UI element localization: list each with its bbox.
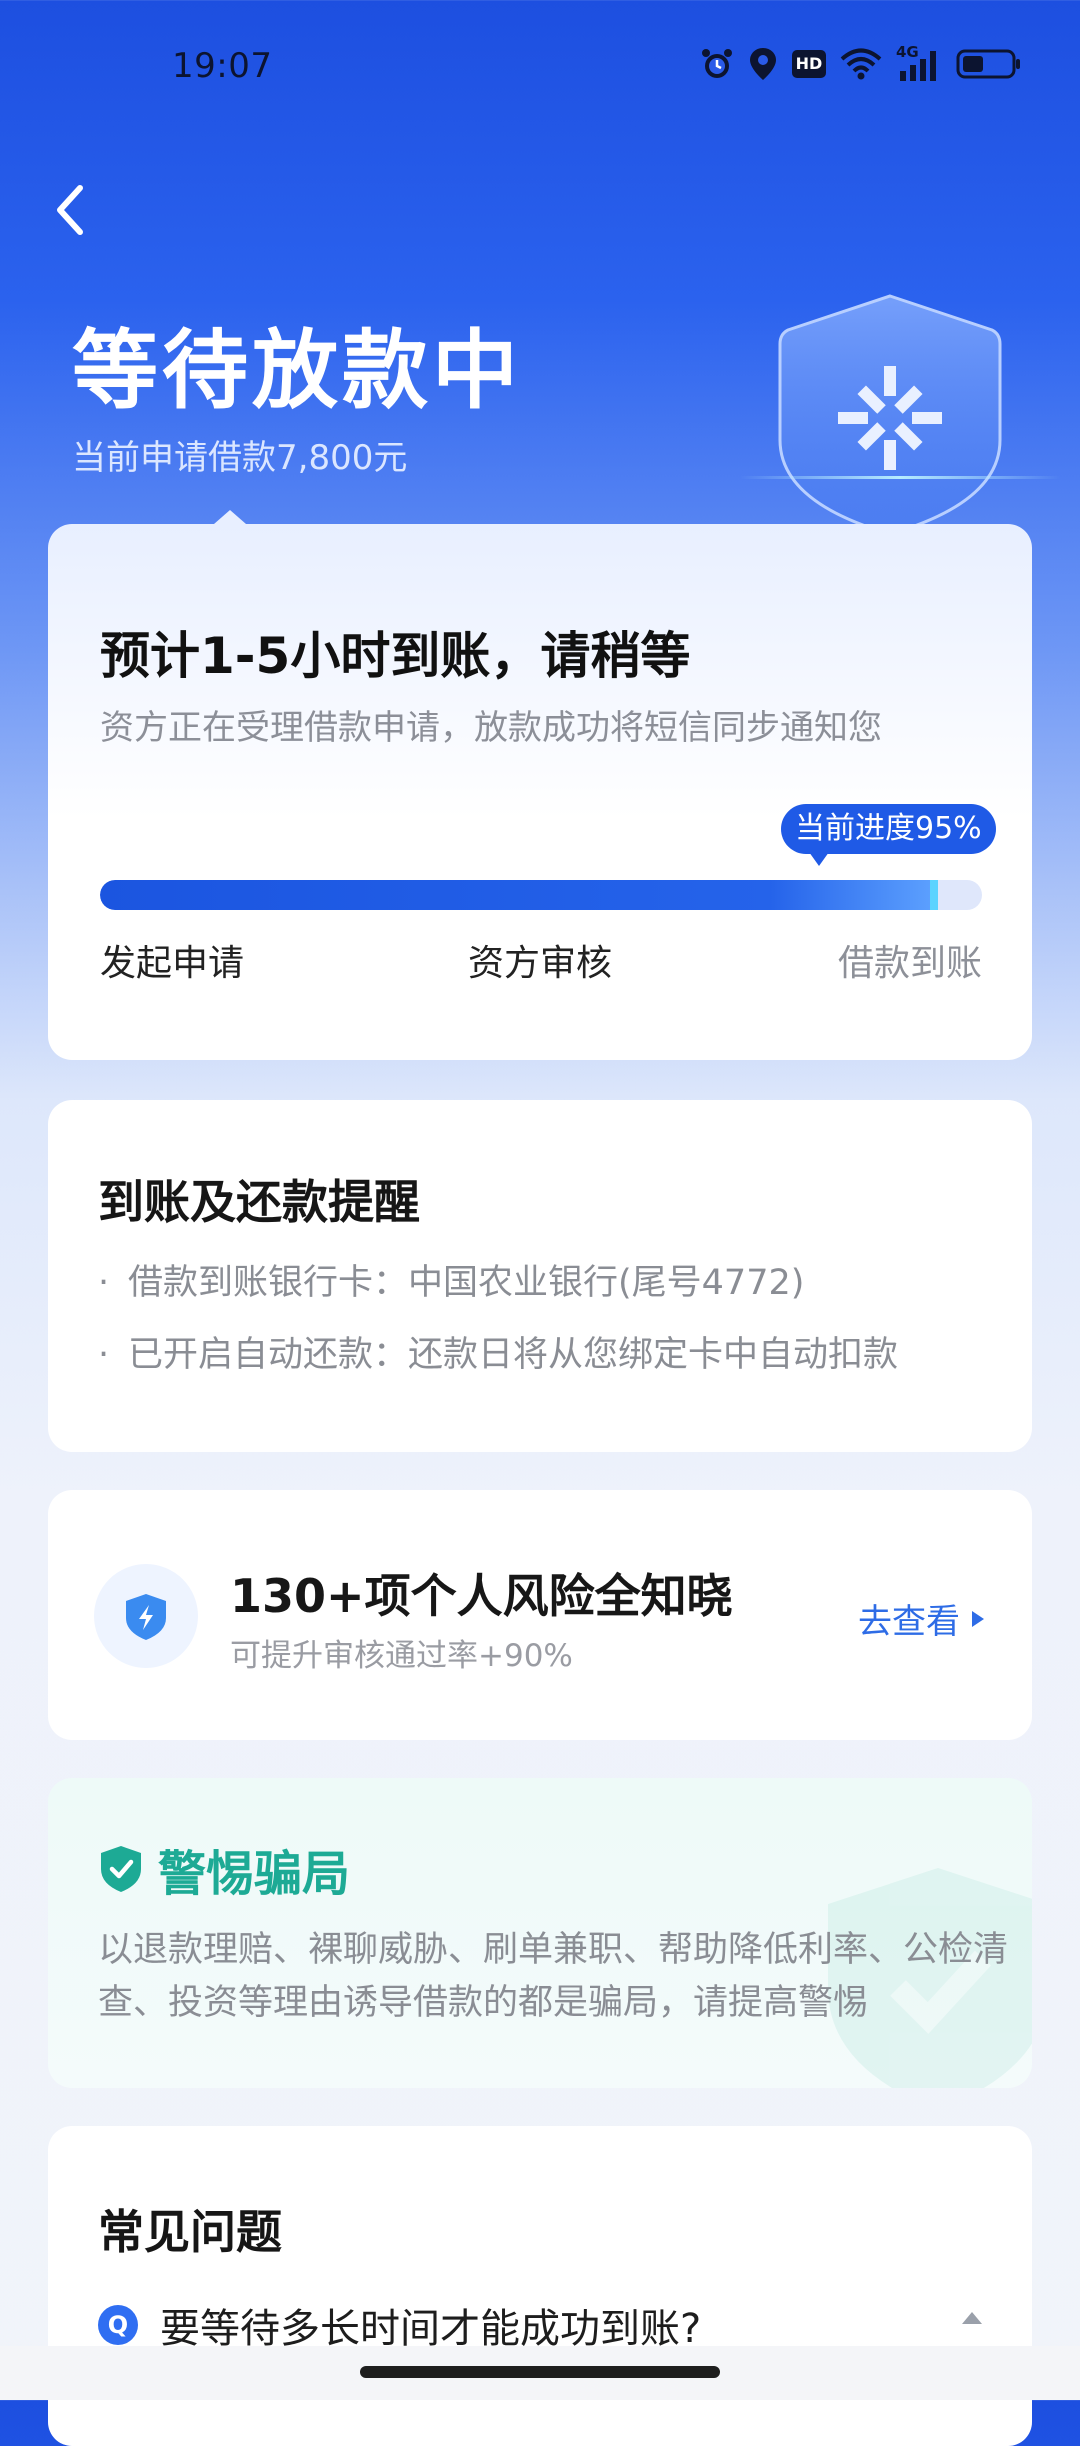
reminder-bank-line: · 借款到账银行卡：中国农业银行(尾号4772)	[98, 1254, 804, 1305]
play-arrow-icon	[972, 1610, 984, 1627]
bullet-dot: ·	[98, 1335, 110, 1375]
eta-title: 预计1-5小时到账，请稍等	[100, 627, 691, 685]
loan-amount-subtitle: 当前申请借款7,800元	[72, 438, 408, 478]
bank-shield-icon	[778, 294, 1002, 536]
collapse-arrow-icon[interactable]	[962, 2312, 982, 2324]
reminder-card: 到账及还款提醒 · 借款到账银行卡：中国农业银行(尾号4772) · 已开启自动还款…	[48, 1100, 1032, 1452]
step-apply: 发起申请	[100, 943, 245, 984]
bullet-dot: ·	[98, 1263, 110, 1303]
reminder-bank-text: 借款到账银行卡：中国农业银行(尾号4772)	[128, 1263, 805, 1303]
status-icons: HD 4G	[700, 43, 1022, 82]
shield-check-icon	[101, 1846, 141, 1892]
progress-badge: 当前进度95%	[781, 804, 996, 866]
step-arrival: 借款到账	[837, 943, 982, 984]
signal-4g-icon: 4G	[896, 43, 942, 81]
step-review: 资方审核	[468, 943, 613, 984]
reminder-title: 到账及还款提醒	[98, 1175, 420, 1229]
decorative-light-line	[740, 476, 1060, 479]
fraud-text: 以退款理赔、裸聊威胁、刷单兼职、帮助降低利率、公检清查、投资等理由诱导借款的都是…	[98, 1930, 1009, 2023]
progress-fill	[100, 880, 938, 910]
battery-icon	[956, 49, 1020, 79]
progress-card: 预计1-5小时到账，请稍等 资方正在受理借款申请，放款成功将短信同步通知您 当前…	[48, 510, 1032, 1060]
location-icon	[750, 48, 776, 80]
hd-icon: HD	[792, 50, 826, 78]
alarm-icon	[702, 49, 732, 78]
fraud-warning-card: 警惕骗局 以退款理赔、裸聊威胁、刷单兼职、帮助降低利率、公检清查、投资等理由诱导…	[48, 1778, 1032, 2088]
view-risk-label: 去查看	[858, 1602, 960, 1642]
risk-check-card[interactable]: 130+项个人风险全知晓 可提升审核通过率+90% 去查看	[48, 1490, 1032, 1740]
shield-lightning-icon	[126, 1594, 166, 1640]
home-indicator[interactable]	[360, 2366, 720, 2378]
risk-icon-circle	[94, 1564, 198, 1668]
question-badge: Q	[98, 2305, 138, 2345]
status-time: 19:07	[172, 46, 273, 86]
view-risk-link[interactable]: 去查看	[858, 1594, 986, 1643]
eta-subtitle: 资方正在受理借款申请，放款成功将短信同步通知您	[100, 708, 882, 748]
fraud-title: 警惕骗局	[158, 1846, 351, 1902]
wifi-icon	[840, 48, 882, 80]
reminder-autopay-text: 已开启自动还款：还款日将从您绑定卡中自动扣款	[128, 1335, 899, 1375]
risk-subtitle: 可提升审核通过率+90%	[230, 1638, 573, 1674]
back-arrow-icon[interactable]	[50, 182, 90, 238]
card-notch	[214, 510, 246, 524]
progress-marker	[929, 880, 938, 910]
status-bar: 19:07 HD 4G	[0, 0, 1080, 120]
reminder-autopay-line: · 已开启自动还款：还款日将从您绑定卡中自动扣款	[98, 1326, 898, 1377]
faq-title: 常见问题	[98, 2205, 282, 2259]
progress-track	[100, 880, 982, 910]
risk-title: 130+项个人风险全知晓	[230, 1569, 733, 1623]
fraud-title-row: 警惕骗局	[98, 1834, 350, 1904]
page-title: 等待放款中	[72, 321, 522, 421]
network-type-label: 4G	[896, 43, 919, 61]
